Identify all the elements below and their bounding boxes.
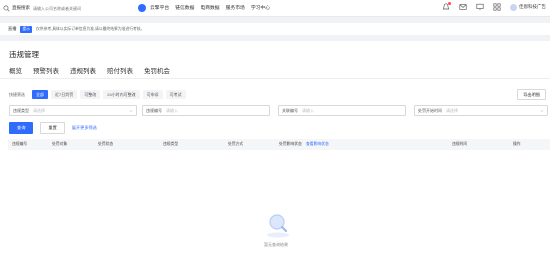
quick-filter-exam[interactable]: 可考试 <box>165 90 186 99</box>
export-button[interactable]: 导出明细 <box>517 89 546 100</box>
empty-state-text: 暂无查询结果 <box>264 242 288 247</box>
search-input[interactable] <box>33 5 133 11</box>
bell-icon[interactable] <box>442 2 451 11</box>
message-icon[interactable] <box>459 3 467 11</box>
top-nav: 云擎平台 链信数据 电商数据 服务市场 学习中心 <box>150 4 270 11</box>
query-button[interactable]: 查询 <box>9 122 34 134</box>
quick-filter-all[interactable]: 全部 <box>32 90 48 99</box>
tab-violations[interactable]: 违规列表 <box>70 65 96 79</box>
column-header: 违规编号 <box>12 142 28 146</box>
avatar <box>510 3 517 11</box>
tab-exemption[interactable]: 免罚机会 <box>144 65 170 79</box>
quick-filter-label: 快捷筛选 <box>9 91 25 97</box>
tab-compensation[interactable]: 赔付列表 <box>107 65 133 79</box>
tab-bar: 概览 预警列表 违规列表 赔付列表 免罚机会 <box>9 65 170 79</box>
tab-divider <box>0 78 550 79</box>
filter-label: 处罚开始时间 <box>418 107 442 113</box>
top-right-actions: 佳恩科技广告 <box>442 2 546 11</box>
filter-label: 违规编号 <box>146 107 162 113</box>
quick-filter-7days[interactable]: 近7日判罚 <box>51 90 78 99</box>
filter-start-time[interactable]: 处罚开始时间 请选择 <box>414 105 548 116</box>
filter-placeholder: 请选择 <box>446 107 458 113</box>
filter-actions: 查询 重置 展开更多筛选 <box>9 122 97 134</box>
filter-placeholder: 请输入 <box>166 107 178 113</box>
column-header: 处罚方式 <box>228 142 244 146</box>
search-icon <box>3 4 10 12</box>
column-header: 处罚对象 <box>52 142 68 146</box>
filter-related-id[interactable]: 关联编号 请输入 <box>278 105 406 116</box>
search-label: 直报搜索 <box>12 5 30 10</box>
filter-placeholder: 请输入 <box>302 107 314 113</box>
view-impact-status-link[interactable]: 查看影响状态 <box>306 142 329 147</box>
table-header: 违规编号 处罚对象 处罚状态 违规类型 处罚方式 处罚影响状态 查看影响状态 违… <box>8 139 550 150</box>
notice-tag: 提示 <box>20 25 32 33</box>
column-header: 违规时间 <box>452 142 468 146</box>
filter-label: 关联编号 <box>282 107 298 113</box>
column-header: 操作 <box>513 142 521 146</box>
expand-filters-link[interactable]: 展开更多筛选 <box>72 125 97 131</box>
filter-placeholder: 请选择 <box>33 107 45 113</box>
global-search: 直报搜索 <box>3 3 146 13</box>
grid-icon[interactable] <box>493 3 501 11</box>
nav-item[interactable]: 电商数据 <box>200 4 219 11</box>
notice-title: 直播 <box>8 26 17 31</box>
notice-message: 仅供参考,具体以实际订单信息为准,请以最终结果为准进行考核。 <box>35 26 145 31</box>
user-name: 佳恩科技广告 <box>519 4 546 9</box>
column-header: 违规类型 <box>163 142 179 146</box>
filter-violation-id[interactable]: 违规编号 请输入 <box>142 105 270 116</box>
quick-filter-rectifiable[interactable]: 可整改 <box>80 90 101 99</box>
main-panel: 违规管理 概览 预警列表 违规列表 赔付列表 免罚机会 快捷筛选 全部 近7日判… <box>0 41 550 257</box>
reset-button[interactable]: 重置 <box>40 122 65 134</box>
nav-item[interactable]: 服务市场 <box>226 4 245 11</box>
quick-filter-appealable[interactable]: 可申诉 <box>142 90 163 99</box>
filter-violation-type[interactable]: 违规类型 请选择 <box>9 105 137 116</box>
tab-warnings[interactable]: 预警列表 <box>33 65 59 79</box>
tab-overview[interactable]: 概览 <box>9 65 22 79</box>
chevron-down-icon <box>129 110 133 112</box>
search-submit-button[interactable] <box>138 4 146 12</box>
nav-item[interactable]: 链信数据 <box>175 4 194 11</box>
chevron-down-icon <box>540 110 544 112</box>
quick-filter-24h[interactable]: 24小时内可整改 <box>103 90 140 99</box>
page-title: 违规管理 <box>9 50 39 59</box>
filter-label: 违规类型 <box>13 107 29 113</box>
nav-item[interactable]: 学习中心 <box>251 4 270 11</box>
column-header: 处罚影响状态 <box>279 142 302 146</box>
user-menu[interactable]: 佳恩科技广告 <box>510 3 546 11</box>
column-header: 处罚状态 <box>98 142 114 146</box>
nav-item[interactable]: 云擎平台 <box>150 4 169 11</box>
quick-filter-row: 快捷筛选 全部 近7日判罚 可整改 24小时内可整改 可申诉 可考试 <box>9 90 186 99</box>
empty-state-icon <box>267 214 289 238</box>
notice-bar: 直播 提示 仅供参考,具体以实际订单信息为准,请以最终结果为准进行考核。 <box>0 23 550 35</box>
notification-dot <box>448 2 451 5</box>
monitor-icon[interactable] <box>476 3 484 11</box>
top-bar: 直报搜索 云擎平台 链信数据 电商数据 服务市场 学习中心 佳恩科技广告 <box>0 0 550 17</box>
